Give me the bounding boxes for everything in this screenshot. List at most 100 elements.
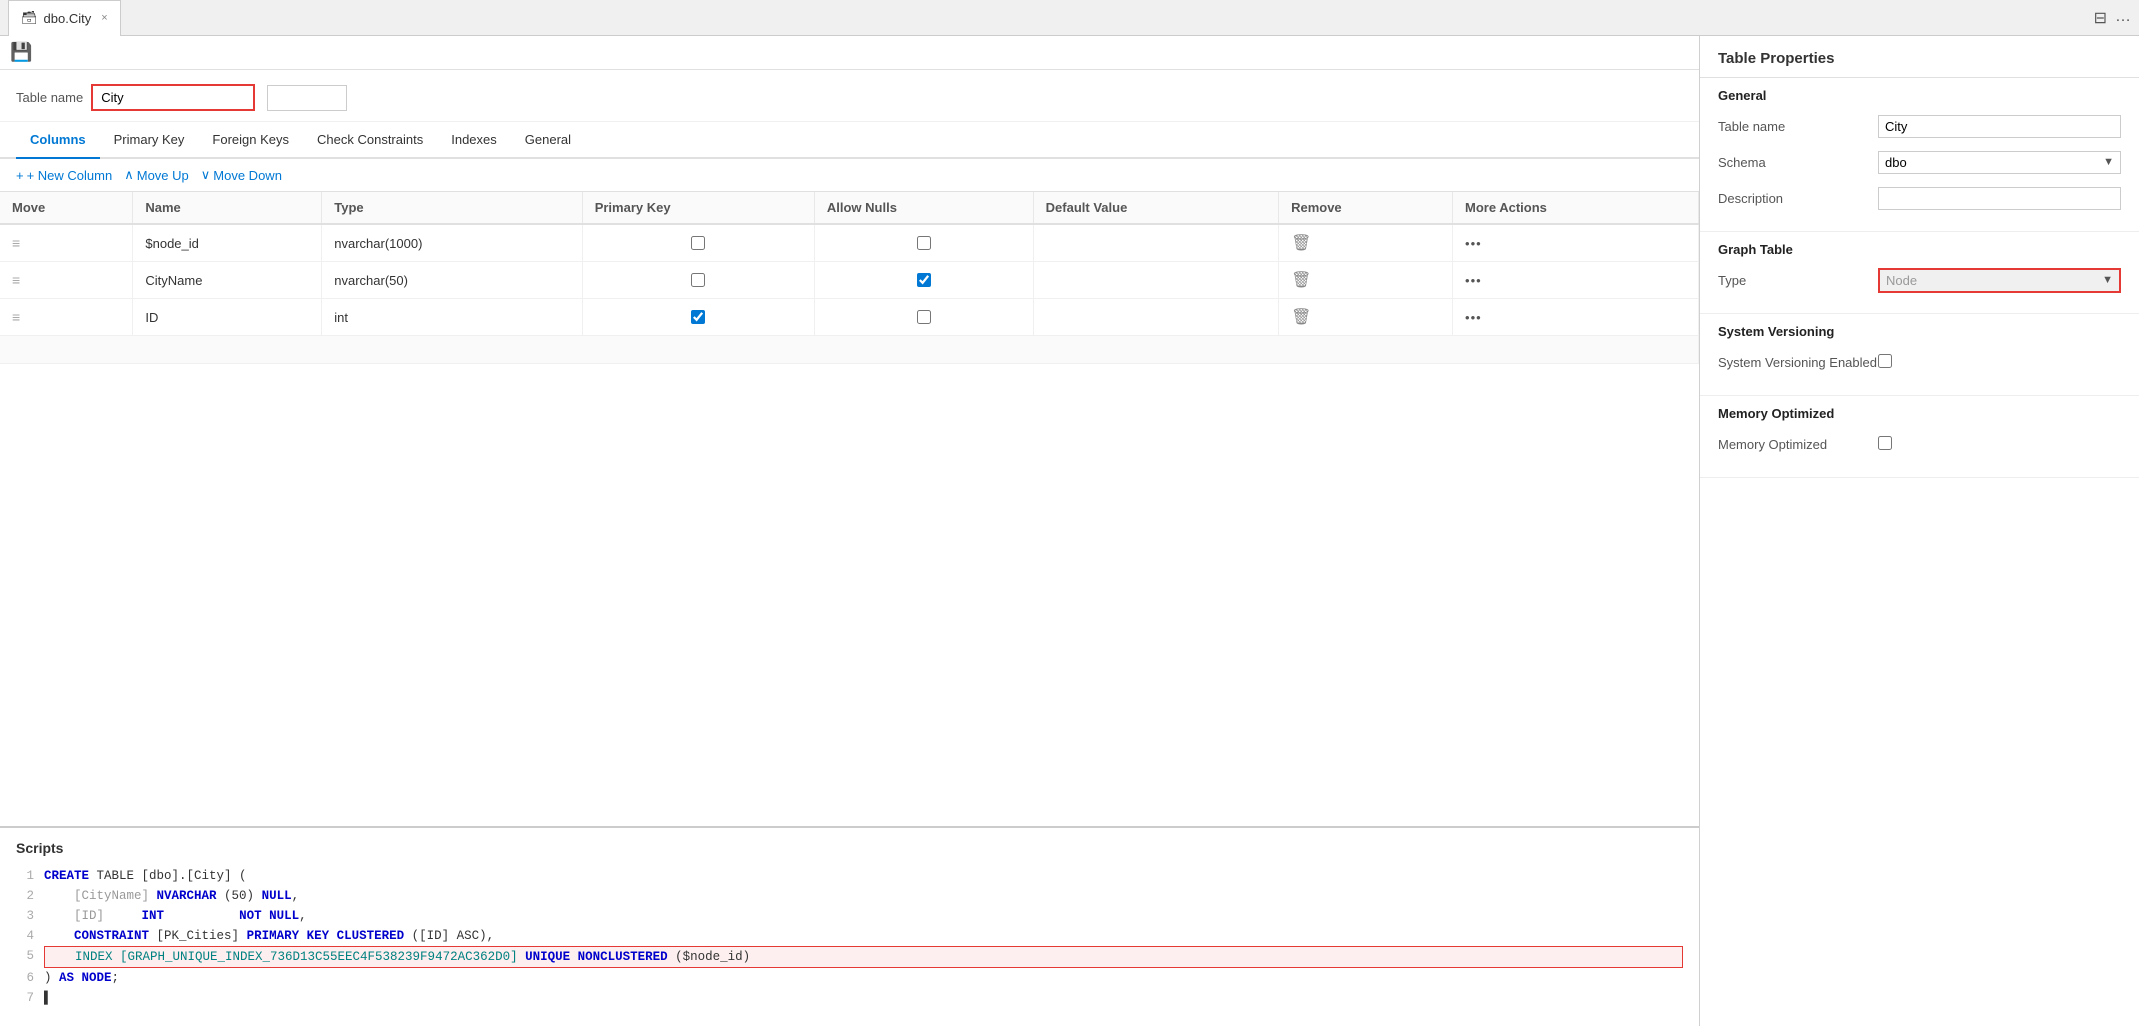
columns-table: Move Name Type Primary Key Allow Nulls D… [0, 192, 1699, 364]
prop-input-description[interactable] [1878, 187, 2121, 210]
delete-row-button[interactable]: 🗑 [1291, 235, 1311, 252]
tab-general[interactable]: General [511, 122, 585, 159]
memory-optimized-title: Memory Optimized [1718, 406, 2121, 421]
header-more-actions: More Actions [1453, 192, 1699, 224]
table-properties-title: Table Properties [1700, 36, 2139, 78]
allow-nulls-checkbox[interactable] [917, 236, 931, 250]
prop-row-tablename: Table name [1718, 113, 2121, 139]
new-column-button[interactable]: + + New Column [16, 168, 112, 183]
props-section-graph-table: Graph Table Type Node Edge None ▼ [1700, 232, 2139, 314]
header-move: Move [0, 192, 133, 224]
more-options-icon[interactable]: … [2115, 8, 2131, 28]
script-line: 1CREATE TABLE [dbo].[City] ( [16, 866, 1683, 886]
line-number: 6 [16, 968, 34, 988]
table-name-extra-box [267, 85, 347, 111]
delete-row-button[interactable]: 🗑 [1291, 272, 1311, 289]
cell-allow-nulls [814, 299, 1033, 336]
more-actions-button[interactable]: ••• [1465, 236, 1482, 251]
prop-label-description: Description [1718, 191, 1878, 206]
primary-key-checkbox[interactable] [691, 236, 705, 250]
plus-icon: + [16, 168, 24, 183]
script-line: 4 CONSTRAINT [PK_Cities] PRIMARY KEY CLU… [16, 926, 1683, 946]
drag-handle[interactable]: ≡ [12, 272, 20, 288]
script-line: 5 INDEX [GRAPH_UNIQUE_INDEX_736D13C55EEC… [16, 946, 1683, 968]
tab-columns[interactable]: Columns [16, 122, 100, 159]
cell-allow-nulls [814, 262, 1033, 299]
prop-row-schema: Schema dbo ▼ [1718, 149, 2121, 175]
tab-indexes[interactable]: Indexes [437, 122, 511, 159]
move-up-button[interactable]: ∧ Move Up [124, 167, 189, 183]
main-layout: 💾 Table name Columns Primary Key Foreign… [0, 36, 2139, 1026]
prop-checkbox-system-versioning[interactable] [1878, 354, 1892, 368]
schema-dropdown-arrow[interactable]: ▼ [2097, 156, 2120, 168]
cell-remove: 🗑 [1279, 224, 1453, 262]
props-section-general: General Table name Schema dbo ▼ Descript… [1700, 78, 2139, 232]
props-section-memory-optimized: Memory Optimized Memory Optimized [1700, 396, 2139, 478]
tab-close-button[interactable]: × [101, 12, 107, 24]
header-allow-nulls: Allow Nulls [814, 192, 1033, 224]
chevron-down-icon: ∨ [201, 167, 211, 183]
prop-type-select-wrapper: Node Edge None ▼ [1878, 268, 2121, 293]
header-name: Name [133, 192, 322, 224]
tab-check-constraints[interactable]: Check Constraints [303, 122, 437, 159]
more-actions-button[interactable]: ••• [1465, 310, 1482, 325]
prop-row-system-versioning-enabled: System Versioning Enabled [1718, 349, 2121, 375]
script-line: 6) AS NODE; [16, 968, 1683, 988]
chevron-up-icon: ∧ [124, 167, 134, 183]
prop-label-system-versioning-enabled: System Versioning Enabled [1718, 355, 1878, 370]
move-down-button[interactable]: ∨ Move Down [201, 167, 282, 183]
grid-container: Move Name Type Primary Key Allow Nulls D… [0, 192, 1699, 826]
cell-name: ID [133, 299, 322, 336]
prop-row-type: Type Node Edge None ▼ [1718, 267, 2121, 293]
prop-select-type[interactable]: Node Edge None [1880, 270, 2096, 291]
new-column-label: + New Column [27, 168, 113, 183]
table-row: ≡ $node_id nvarchar(1000) 🗑 ••• [0, 224, 1699, 262]
table-row: ≡ ID int 🗑 ••• [0, 299, 1699, 336]
table-name-input[interactable] [93, 86, 253, 109]
prop-checkbox-memory-optimized[interactable] [1878, 436, 1892, 450]
col-name: ID [145, 310, 158, 325]
move-up-label: Move Up [137, 168, 189, 183]
props-section-system-versioning: System Versioning System Versioning Enab… [1700, 314, 2139, 396]
delete-row-button[interactable]: 🗑 [1291, 309, 1311, 326]
empty-row [0, 336, 1699, 364]
type-dropdown-arrow[interactable]: ▼ [2096, 274, 2119, 286]
allow-nulls-checkbox[interactable] [917, 310, 931, 324]
tab-primary-key[interactable]: Primary Key [100, 122, 199, 159]
prop-input-tablename[interactable] [1878, 115, 2121, 138]
line-number: 4 [16, 926, 34, 946]
allow-nulls-checkbox[interactable] [917, 273, 931, 287]
header-remove: Remove [1279, 192, 1453, 224]
table-name-input-wrapper [91, 84, 255, 111]
cell-allow-nulls [814, 224, 1033, 262]
split-editor-icon[interactable]: ⊟ [2094, 8, 2107, 28]
drag-handle[interactable]: ≡ [12, 309, 20, 325]
primary-key-checkbox[interactable] [691, 273, 705, 287]
cell-name: CityName [133, 262, 322, 299]
system-versioning-title: System Versioning [1718, 324, 2121, 339]
prop-label-memory-optimized: Memory Optimized [1718, 437, 1878, 452]
header-primary-key: Primary Key [582, 192, 814, 224]
center-panel: 💾 Table name Columns Primary Key Foreign… [0, 36, 1699, 1026]
cell-default-value [1033, 299, 1278, 336]
line-number: 3 [16, 906, 34, 926]
drag-handle[interactable]: ≡ [12, 235, 20, 251]
line-content: INDEX [GRAPH_UNIQUE_INDEX_736D13C55EEC4F… [44, 946, 1683, 968]
cell-type: int [322, 299, 582, 336]
tab-dbo-city[interactable]: 🗃 dbo.City × [8, 0, 121, 36]
tab-foreign-keys[interactable]: Foreign Keys [198, 122, 303, 159]
line-number: 1 [16, 866, 34, 886]
nav-tabs: Columns Primary Key Foreign Keys Check C… [0, 122, 1699, 159]
prop-label-schema: Schema [1718, 155, 1878, 170]
script-line: 7▌ [16, 988, 1683, 1008]
more-actions-button[interactable]: ••• [1465, 273, 1482, 288]
save-button[interactable]: 💾 [10, 42, 32, 62]
primary-key-checkbox[interactable] [691, 310, 705, 324]
cell-default-value [1033, 224, 1278, 262]
move-down-label: Move Down [213, 168, 282, 183]
cell-more-actions: ••• [1453, 262, 1699, 299]
scripts-section: Scripts 1CREATE TABLE [dbo].[City] (2 [C… [0, 826, 1699, 1026]
col-type: nvarchar(50) [334, 273, 408, 288]
prop-select-schema[interactable]: dbo [1879, 152, 2097, 173]
line-number: 7 [16, 988, 34, 1008]
